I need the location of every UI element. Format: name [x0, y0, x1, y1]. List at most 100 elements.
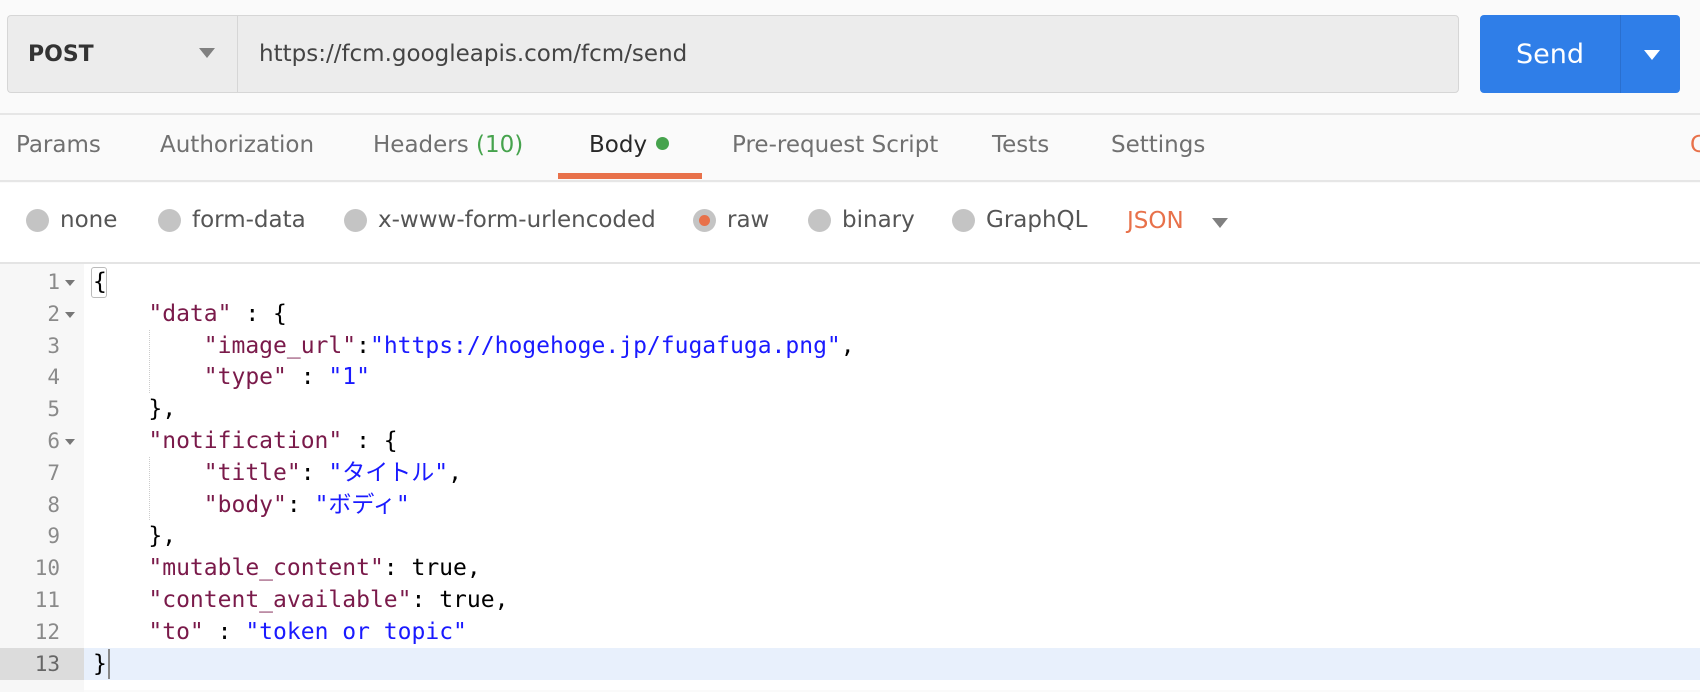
fold-arrow-icon[interactable] — [65, 311, 75, 318]
send-options-button[interactable] — [1620, 15, 1680, 93]
fold-arrow-icon[interactable] — [65, 439, 75, 445]
radio-binary[interactable]: binary — [808, 207, 915, 233]
divider — [0, 180, 1700, 182]
json-key: "to" — [148, 618, 204, 645]
json-punctuation: : { — [231, 300, 287, 327]
json-punctuation: : — [286, 491, 315, 518]
radio-circle — [808, 208, 831, 232]
line-number: 13 — [34, 651, 60, 676]
code-line: "content_available": true, — [93, 584, 508, 616]
chevron-down-icon — [199, 48, 215, 58]
json-key: "content_available" — [148, 587, 412, 613]
text-cursor — [108, 648, 110, 679]
body-indicator-dot — [656, 137, 670, 150]
line-number: 4 — [47, 365, 60, 390]
line-number: 5 — [47, 397, 60, 422]
radio-circle — [952, 208, 975, 232]
line-number: 11 — [34, 588, 60, 612]
code-line: "data" : { — [93, 298, 287, 330]
json-punctuation: : — [203, 618, 246, 645]
url-input[interactable]: https://fcm.googleapis.com/fcm/send — [237, 15, 1459, 93]
headers-count: (10) — [476, 132, 524, 158]
tab-settings[interactable]: Settings — [1111, 132, 1205, 158]
code-line: { — [93, 266, 107, 298]
json-key: "data" — [148, 300, 232, 327]
send-button[interactable]: Send — [1480, 15, 1620, 93]
code-line: "to" : "token or topic" — [93, 616, 467, 648]
json-string: "https://hogehoge.jp/fugafuga.png" — [369, 332, 841, 359]
radio-raw[interactable]: raw — [693, 207, 769, 233]
json-key: "title" — [203, 459, 301, 486]
fold-arrow-icon[interactable] — [65, 280, 75, 286]
line-number: 6 — [47, 429, 60, 453]
chevron-down-icon[interactable] — [1212, 218, 1228, 228]
radio-label: none — [60, 207, 118, 233]
json-punctuation: : true, — [383, 555, 481, 582]
line-number: 9 — [47, 524, 60, 549]
radio-x-www-form-urlencoded[interactable]: x-www-form-urlencoded — [344, 207, 656, 233]
json-punctuation: : — [286, 364, 329, 391]
active-line-highlight — [84, 647, 1700, 680]
radio-circle — [344, 208, 367, 232]
tab-body-label: Body — [589, 132, 648, 158]
tab-tests[interactable]: Tests — [992, 132, 1049, 158]
code-line: "body": "ボディ" — [93, 489, 410, 521]
code-line: "notification" : { — [93, 425, 398, 457]
radio-circle — [26, 208, 49, 232]
tab-authorization[interactable]: Authorization — [160, 132, 314, 158]
json-punctuation — [93, 619, 148, 645]
active-tab-indicator — [558, 173, 702, 179]
code-line: }, — [93, 393, 176, 425]
tab-headers[interactable]: Headers (10) — [373, 132, 523, 158]
json-punctuation: : { — [342, 428, 398, 454]
radio-label: binary — [842, 207, 915, 233]
json-punctuation: } — [93, 650, 107, 677]
radio-label: x-www-form-urlencoded — [378, 207, 656, 233]
json-string: "ボディ" — [314, 491, 410, 518]
radio-form-data[interactable]: form-data — [158, 207, 306, 233]
tab-pre-request-script[interactable]: Pre-request Script — [732, 132, 938, 158]
line-number: 8 — [47, 492, 60, 517]
line-number: 3 — [47, 333, 60, 358]
radio-graphql[interactable]: GraphQL — [952, 207, 1087, 233]
code-line: "image_url":"https://hogehoge.jp/fugafug… — [93, 330, 855, 362]
json-punctuation — [93, 492, 204, 518]
json-punctuation: }, — [93, 523, 177, 550]
line-number: 7 — [47, 460, 60, 485]
json-punctuation — [93, 364, 204, 390]
raw-type-select[interactable]: JSON — [1127, 208, 1184, 234]
cookies-link[interactable]: C — [1690, 132, 1700, 158]
json-punctuation: , — [840, 332, 855, 359]
tab-body[interactable]: Body — [589, 132, 670, 158]
method-value: POST — [28, 41, 94, 67]
json-punctuation: , — [448, 459, 462, 486]
line-number: 2 — [47, 301, 60, 326]
json-key: "mutable_content" — [148, 555, 384, 582]
code-editor[interactable]: 1 {2 "data" : { 3 "image_url":"https://hog… — [0, 262, 1700, 692]
line-number: 10 — [34, 556, 60, 581]
tab-params[interactable]: Params — [16, 132, 101, 158]
line-number: 1 — [47, 270, 60, 294]
url-value: https://fcm.googleapis.com/fcm/send — [259, 41, 688, 67]
code-line: "title": "タイトル", — [93, 457, 462, 489]
json-punctuation — [93, 333, 204, 359]
code-line: "mutable_content": true, — [93, 552, 481, 584]
radio-none[interactable]: none — [26, 207, 117, 233]
json-punctuation — [93, 428, 148, 454]
caret-down-icon — [1644, 50, 1660, 60]
code-line: }, — [93, 520, 176, 552]
json-string: "1" — [328, 364, 370, 391]
json-key: "body" — [203, 491, 287, 518]
json-string: "token or topic" — [245, 618, 467, 645]
json-punctuation: : true, — [411, 587, 509, 613]
radio-label: form-data — [192, 207, 306, 233]
json-punctuation: { — [93, 269, 107, 295]
json-punctuation — [93, 587, 148, 613]
method-select[interactable]: POST — [7, 15, 237, 93]
json-punctuation — [93, 555, 148, 581]
json-punctuation: }, — [93, 396, 177, 423]
json-punctuation — [93, 301, 148, 327]
json-punctuation: : — [356, 332, 370, 359]
radio-label: GraphQL — [986, 207, 1088, 233]
radio-circle-selected — [693, 208, 716, 232]
